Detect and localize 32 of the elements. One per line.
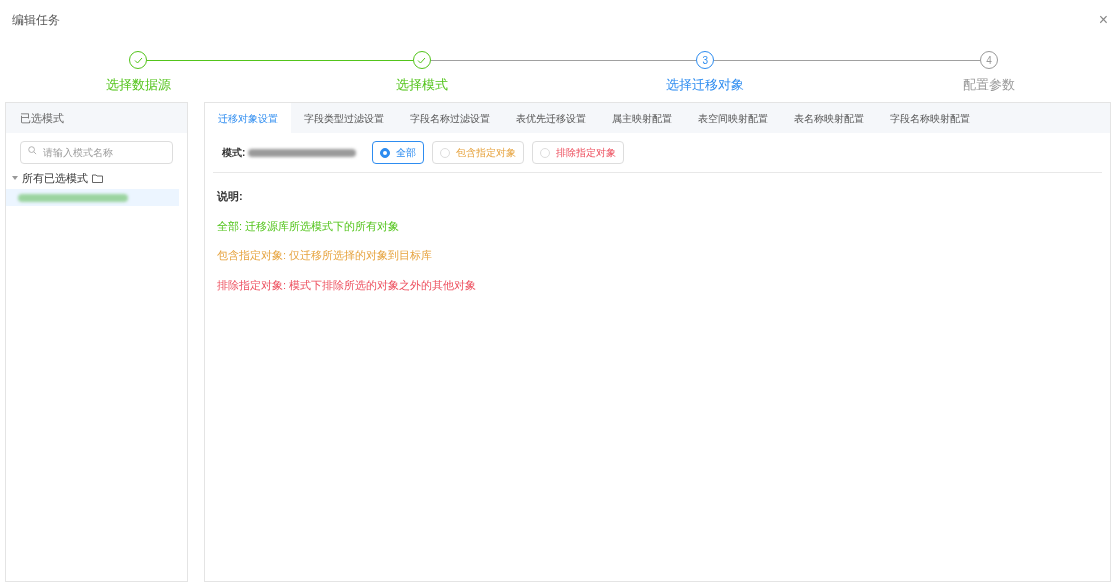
- tab[interactable]: 表优先迁移设置: [503, 103, 599, 133]
- folder-icon: [92, 173, 103, 183]
- tab[interactable]: 表空间映射配置: [685, 103, 781, 133]
- note-text: 全部: 迁移源库所选模式下的所有对象: [217, 218, 401, 234]
- step-label: 选择模式: [395, 76, 448, 94]
- close-button[interactable]: ×: [1098, 12, 1108, 28]
- sidebar-title: 已选模式: [20, 110, 64, 126]
- step-label: 配置参数: [963, 76, 1015, 94]
- tab[interactable]: 字段名称过滤设置: [397, 103, 503, 133]
- tree-item[interactable]: [6, 189, 179, 206]
- dialog-title: 编辑任务: [12, 12, 60, 29]
- search-field[interactable]: 请输入模式名称: [20, 141, 173, 164]
- tab[interactable]: 属主映射配置: [599, 103, 685, 133]
- tab[interactable]: 表名称映射配置: [781, 103, 877, 133]
- caret-icon[interactable]: [12, 175, 18, 181]
- step-label: 选择数据源: [105, 76, 171, 94]
- step-number: 3: [702, 53, 709, 68]
- radio-option[interactable]: 全部: [372, 141, 425, 164]
- search-icon: [28, 146, 37, 155]
- step-label: 选择迁移对象: [666, 76, 745, 94]
- tree-item[interactable]: 所有已选模式: [22, 169, 88, 187]
- note-text: 包含指定对象: 仅迁移所选择的对象到目标库: [217, 248, 434, 263]
- tab[interactable]: 字段名称映射配置: [877, 103, 983, 133]
- tab[interactable]: 迁移对象设置: [205, 103, 291, 133]
- step-number: 4: [986, 53, 992, 68]
- check-icon: [417, 56, 427, 64]
- tab[interactable]: 字段类型过滤设置: [291, 103, 397, 133]
- mode-label: 模式:: [222, 146, 246, 160]
- note-text: 排除指定对象: 模式下排除所选的对象之外的其他对象: [217, 277, 478, 293]
- notes-title: 说明:: [217, 189, 244, 204]
- check-icon: [133, 56, 143, 64]
- radio-option[interactable]: 排除指定对象: [532, 141, 625, 164]
